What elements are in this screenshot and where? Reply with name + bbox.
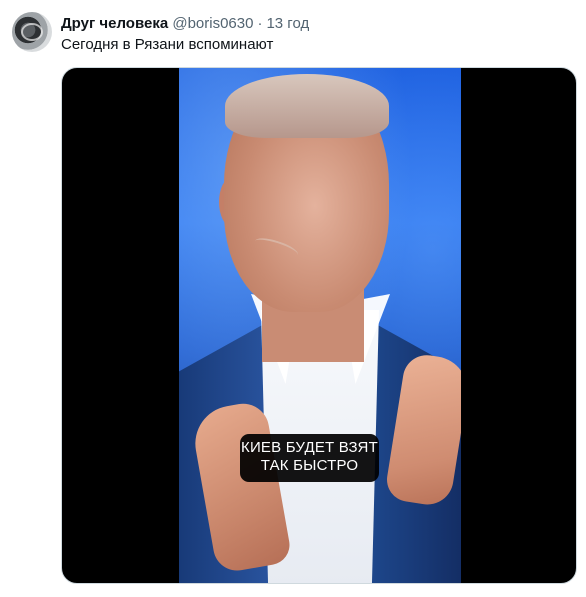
hair [225,74,389,138]
post-header: Друг человека @boris0630 · 13 год [61,14,309,34]
caption-line-2: ТАК БЫСТРО [260,457,359,474]
tweet-post: Друг человека @boris0630 · 13 год Сегодня … [0,0,586,597]
post-time[interactable]: 13 год [266,15,309,32]
video-preview[interactable]: КИЕВ БУДЕТ ВЗЯТ ТАК БЫСТРО [61,67,577,584]
video-frame[interactable]: КИЕВ БУДЕТ ВЗЯТ ТАК БЫСТРО [179,68,461,583]
video-caption: КИЕВ БУДЕТ ВЗЯТ ТАК БЫСТРО [240,434,379,482]
avatar-image-detail [21,23,43,41]
caption-line-1: КИЕВ БУДЕТ ВЗЯТ [241,439,378,456]
separator-dot: · [257,15,263,32]
display-name[interactable]: Друг человека [61,15,168,32]
user-handle[interactable]: @boris0630 [172,15,253,32]
avatar[interactable] [12,12,52,52]
tweet-text: Сегодня в Рязани вспоминают [61,36,274,53]
